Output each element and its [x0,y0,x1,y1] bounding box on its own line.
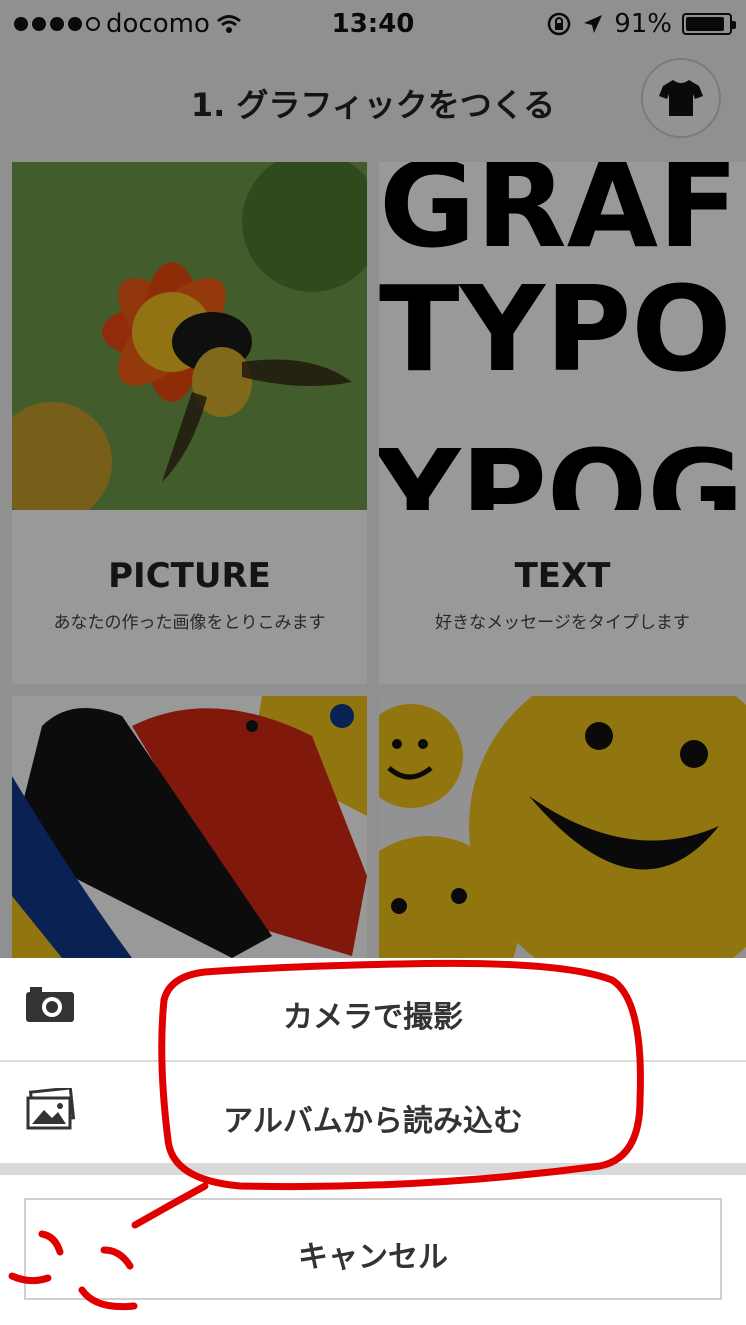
sheet-separator [0,1163,746,1175]
album-option[interactable]: アルバムから読み込む [0,1062,746,1164]
camera-option[interactable]: カメラで撮影 [0,958,746,1060]
cancel-button[interactable]: キャンセル [24,1198,722,1300]
cancel-button-label: キャンセル [298,1240,448,1275]
album-option-label: アルバムから読み込む [223,1104,523,1139]
camera-option-label: カメラで撮影 [283,1000,463,1035]
action-sheet: カメラで撮影 アルバムから読み込む キャンセル [0,958,746,1325]
